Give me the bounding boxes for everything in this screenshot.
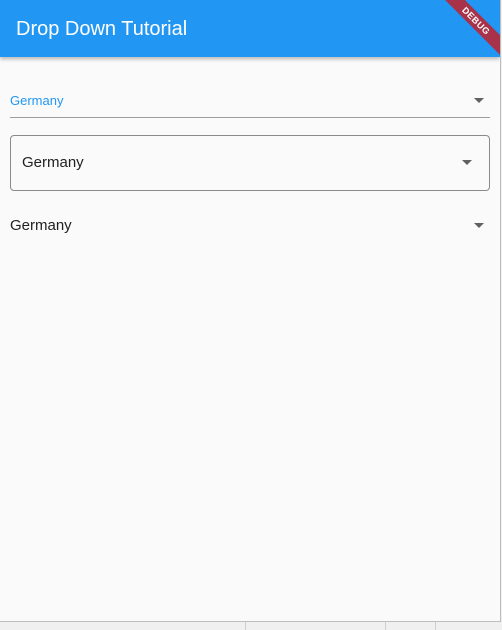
dropdown-outlined[interactable]: Germany [10,135,490,191]
app-window: Drop Down Tutorial DEBUG Germany Germany… [0,0,501,622]
strip-divider [245,622,246,630]
debug-banner-label: DEBUG [440,0,500,60]
strip-divider [435,622,436,630]
strip-divider [385,622,386,630]
desktop-background-strip [0,622,502,630]
arrow-drop-down-icon [474,223,484,228]
dropdown-underlined[interactable]: Germany [10,86,490,118]
dropdown-plain-value: Germany [10,217,72,234]
arrow-drop-down-icon [462,160,472,165]
debug-banner: DEBUG [440,0,500,60]
dropdown-underlined-value: Germany [10,93,64,108]
dropdown-outlined-value: Germany [22,154,84,171]
app-bar-title: Drop Down Tutorial [16,18,188,40]
app-bar: Drop Down Tutorial [0,0,500,57]
dropdown-plain[interactable]: Germany [10,210,490,240]
arrow-drop-down-icon [474,98,484,103]
